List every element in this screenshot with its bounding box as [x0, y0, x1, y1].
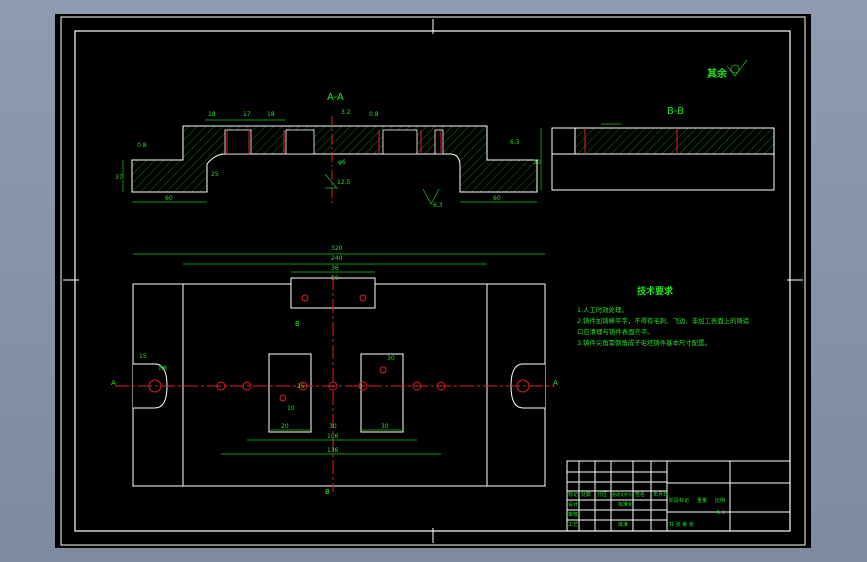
svg-text:3.铸件尖角需倒角成子毛坯铸件基本尺寸配置。: 3.铸件尖角需倒角成子毛坯铸件基本尺寸配置。 [577, 338, 711, 347]
svg-text:0.8: 0.8 [369, 111, 379, 118]
section-aa-view: A-A 60 37 0.8 25 18 17 18 3.2 0.8 φ6 12.… [115, 92, 538, 209]
svg-text:设计: 设计 [568, 501, 578, 508]
svg-text:R8: R8 [159, 365, 167, 372]
section-aa-label: A-A [327, 92, 344, 103]
svg-text:320: 320 [331, 245, 343, 252]
svg-text:30: 30 [387, 355, 395, 362]
svg-text:φ6: φ6 [338, 159, 346, 166]
title-block: 标记 处数 分区 更改文件号 签名 年月日 设计 标准化 审核 工艺 批准 阶段… [566, 460, 791, 532]
svg-text:50: 50 [331, 275, 339, 282]
svg-text:阶段标记: 阶段标记 [669, 497, 689, 504]
section-bb-hatch [574, 127, 775, 155]
svg-text:共 张 第 张: 共 张 第 张 [669, 521, 694, 528]
section-marker-b-top: B [295, 320, 300, 328]
svg-text:1.人工时效处理。: 1.人工时效处理。 [577, 305, 628, 314]
svg-text:37: 37 [115, 174, 123, 181]
svg-text:25: 25 [297, 383, 305, 390]
svg-text:处数: 处数 [581, 491, 591, 498]
svg-text:20: 20 [281, 423, 289, 430]
svg-text:批准: 批准 [618, 521, 628, 528]
svg-text:30: 30 [533, 159, 541, 166]
svg-text:10: 10 [287, 405, 295, 412]
cad-drawing: A-A 60 37 0.8 25 18 17 18 3.2 0.8 φ6 12.… [60, 16, 806, 546]
svg-text:签名: 签名 [635, 491, 645, 498]
svg-text:3.2: 3.2 [341, 109, 351, 116]
section-marker-a-right: A [553, 379, 558, 387]
svg-text:60: 60 [165, 195, 173, 202]
section-marker-b-bottom: B [325, 488, 330, 496]
svg-text:30: 30 [381, 423, 389, 430]
section-bb-view: B-B 30 [533, 106, 775, 191]
surface-finish-note: 其余 [707, 59, 748, 80]
svg-text:口应清理与铸件表面齐平。: 口应清理与铸件表面齐平。 [577, 327, 654, 336]
svg-text:60: 60 [493, 195, 501, 202]
svg-text:25: 25 [211, 171, 219, 178]
svg-text:标准化: 标准化 [618, 501, 633, 508]
svg-text:更改文件号: 更改文件号 [612, 491, 632, 497]
plan-outer-rect [132, 283, 546, 487]
svg-text:2.铸件加铸棒平字，不得有毛刺、飞边、非加工表面上的铸造: 2.铸件加铸棒平字，不得有毛刺、飞边、非加工表面上的铸造 [577, 316, 750, 325]
svg-text:136: 136 [327, 447, 339, 454]
tech-req-title: 技术要求 [637, 285, 674, 297]
svg-text:比例: 比例 [715, 497, 725, 504]
plan-view: 320 240 36 50 15 R8 10 30 25 20 30 30 10… [111, 245, 558, 496]
svg-text:6.3: 6.3 [433, 202, 443, 209]
svg-text:36: 36 [331, 265, 339, 272]
svg-text:6.3: 6.3 [510, 139, 520, 146]
svg-text:标记: 标记 [568, 491, 578, 498]
svg-text:分区: 分区 [597, 491, 607, 498]
section-aa-body [131, 125, 538, 193]
svg-text:18: 18 [267, 111, 275, 118]
plan-right-pocket [360, 353, 404, 433]
svg-text:15: 15 [139, 353, 147, 360]
cad-drawing-viewport[interactable]: A-A 60 37 0.8 25 18 17 18 3.2 0.8 φ6 12.… [55, 14, 811, 548]
svg-text:重量: 重量 [697, 497, 707, 504]
svg-text:240: 240 [331, 255, 343, 262]
svg-text:工艺: 工艺 [568, 522, 578, 528]
svg-text:其余: 其余 [707, 67, 728, 80]
svg-text:18: 18 [208, 111, 216, 118]
svg-text:106: 106 [327, 433, 339, 440]
technical-requirements: 技术要求 1.人工时效处理。 2.铸件加铸棒平字，不得有毛刺、飞边、非加工表面上… [577, 285, 750, 347]
outer-border [60, 16, 806, 546]
svg-text:审核: 审核 [568, 511, 578, 518]
svg-text:30: 30 [329, 423, 337, 430]
section-bb-label: B-B [667, 106, 684, 117]
svg-text:年月日: 年月日 [653, 491, 668, 498]
svg-text:1:1: 1:1 [717, 510, 725, 516]
plan-left-pocket [268, 353, 312, 433]
section-marker-a-left: A [111, 379, 116, 387]
svg-text:17: 17 [243, 111, 251, 118]
svg-text:12.5: 12.5 [337, 179, 351, 186]
svg-text:0.8: 0.8 [137, 142, 147, 149]
